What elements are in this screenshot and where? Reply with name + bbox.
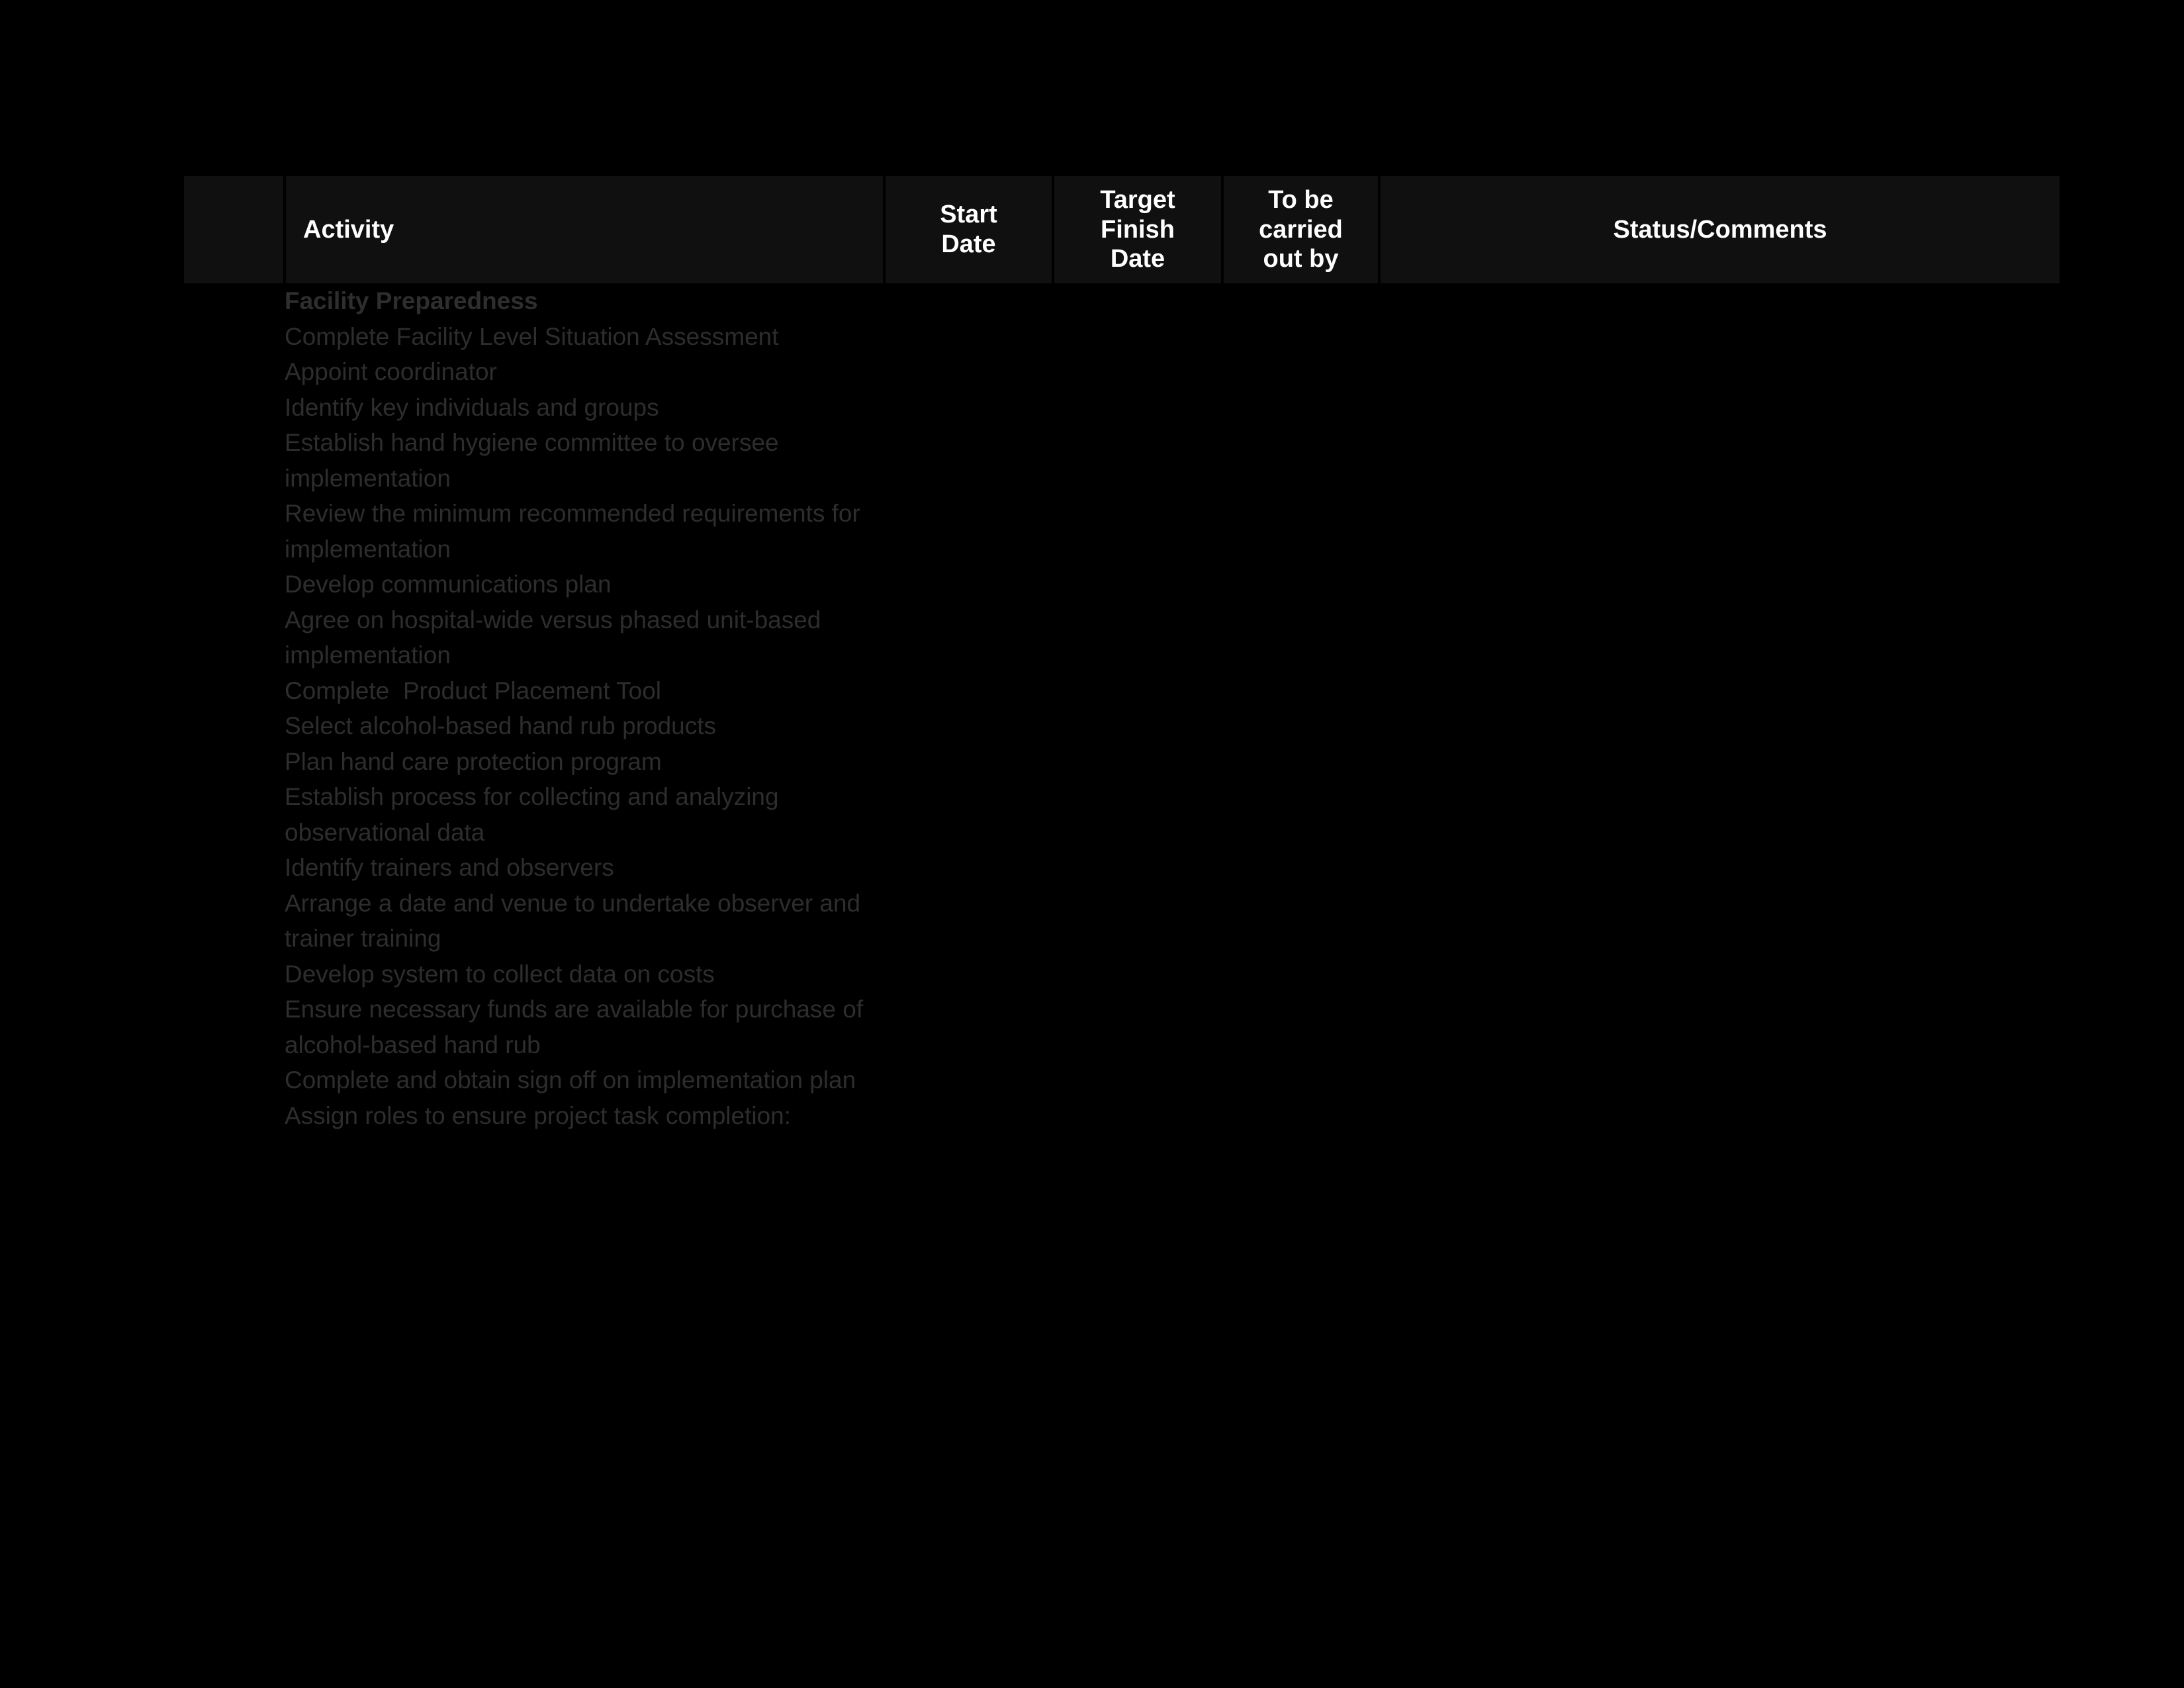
column-header-to-be-carried-out-by: To be carried out by [1222, 176, 1381, 283]
activity-item: Develop communications plan [285, 571, 612, 598]
activity-item: Complete and obtain sign off on implemen… [285, 1066, 856, 1094]
cell-status-comments[interactable] [1379, 283, 2060, 1133]
activity-item: Ensure necessary funds are available for… [285, 996, 870, 1058]
activity-item: Select alcohol-based hand rub products [285, 712, 717, 739]
activity-item: Plan hand care protection program [285, 747, 662, 775]
implementation-plan-table: Activity Start Date Target Finish Date T… [184, 176, 2060, 1133]
activity-list: Facility Preparedness Complete Facility L… [285, 283, 884, 1133]
table-body: Facility Preparedness Complete Facility L… [184, 283, 2060, 1133]
column-header-target-finish-date-line3: Date [1110, 245, 1165, 273]
activity-item: Complete Product Placement Tool [285, 677, 662, 704]
column-header-start-date-line2: Date [941, 230, 996, 258]
activity-item: Develop system to collect data on costs [285, 960, 715, 988]
column-header-target-finish-date-line1: Target [1100, 185, 1175, 214]
column-header-marker [184, 176, 286, 283]
column-header-owner-line2: carried [1259, 215, 1343, 244]
column-header-activity: Activity [285, 176, 886, 283]
activity-item: Identify key individuals and groups [285, 393, 659, 421]
cell-to-be-carried-out-by[interactable] [1222, 283, 1379, 1133]
cell-marker [184, 283, 285, 1133]
column-header-target-finish-date: Target Finish Date [1053, 176, 1224, 283]
table-row: Facility Preparedness Complete Facility L… [184, 283, 2060, 1133]
activity-item: Arrange a date and venue to undertake ob… [285, 889, 868, 953]
activity-item: Complete Facility Level Situation Assess… [285, 322, 779, 350]
column-header-status-comments: Status/Comments [1379, 176, 2060, 283]
column-header-start-date: Start Date [884, 176, 1054, 283]
column-header-target-finish-date-line2: Finish [1101, 215, 1175, 244]
activity-item: Assign roles to ensure project task comp… [285, 1102, 792, 1129]
page-canvas: Activity Start Date Target Finish Date T… [0, 0, 2184, 1688]
activity-item: Identify trainers and observers [285, 854, 614, 881]
table-header-row: Activity Start Date Target Finish Date T… [184, 176, 2060, 283]
activity-item: Appoint coordinator [285, 358, 497, 385]
activity-item: Establish hand hygiene committee to over… [285, 429, 786, 492]
activity-item: Establish process for collecting and ana… [285, 783, 786, 846]
column-header-start-date-line1: Start [940, 201, 997, 229]
cell-activity-list: Facility Preparedness Complete Facility L… [285, 283, 884, 1133]
activity-section-heading: Facility Preparedness [285, 287, 538, 314]
activity-item: Agree on hospital-wide versus phased uni… [285, 606, 828, 669]
column-header-owner-line3: out by [1263, 245, 1339, 273]
activity-item: Review the minimum recommended requireme… [285, 500, 868, 563]
column-header-owner-line1: To be [1268, 185, 1334, 214]
cell-start-date[interactable] [884, 283, 1053, 1133]
table-header: Activity Start Date Target Finish Date T… [184, 176, 2060, 283]
cell-target-finish-date[interactable] [1053, 283, 1222, 1133]
